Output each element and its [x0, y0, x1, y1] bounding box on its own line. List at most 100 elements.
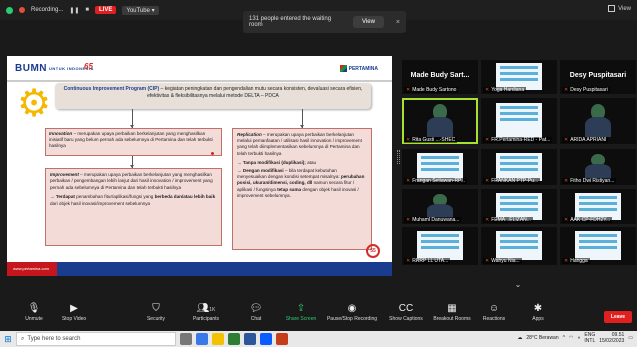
participant-name-label: ✕ Desy Puspitasari: [562, 87, 610, 93]
improvement-box: Improvement – merupakan upaya perbaikan …: [45, 168, 222, 246]
participant-tile[interactable]: ✕ Yoga Hardiana: [481, 60, 557, 94]
pause-stop-recording-button[interactable]: ◉ Pause/Stop Recording: [324, 302, 380, 322]
gear-icon: ⚙: [17, 83, 52, 125]
participant-screen-thumbnail: [496, 192, 542, 220]
recording-icon: ◉: [347, 303, 357, 314]
bumn-logo: BUMN UNTUK INDONESIA: [15, 63, 94, 74]
stop-recording-button[interactable]: ■: [85, 7, 89, 13]
participant-tile[interactable]: ✕ RRRP LL UTA...: [402, 227, 478, 265]
splitter-handle[interactable]: [397, 150, 400, 164]
participants-button[interactable]: 👥︎1K Participants: [178, 302, 234, 322]
pertamina-mark-icon: [339, 65, 347, 72]
toolbar-label: Security: [146, 316, 166, 322]
participant-display-name: Made Budy Sart...: [410, 72, 470, 79]
tray-chevron-icon[interactable]: ^: [563, 335, 565, 341]
windows-start-icon[interactable]: ⊞: [0, 331, 16, 347]
zoom-icon[interactable]: [260, 333, 272, 345]
notification-icon[interactable]: ▭: [628, 335, 633, 341]
muted-mic-icon: ✕: [564, 258, 569, 264]
replication-option-a: → Tanpa modifikasi (duplikasi);: [237, 159, 306, 165]
participant-tile[interactable]: ✕ Rita Gusti ...-SHEC: [402, 98, 478, 144]
improvement-note-bold: berbeda dan/atau lebih baik: [154, 194, 216, 200]
network-icon[interactable]: ◠: [569, 335, 573, 341]
chevron-down-icon[interactable]: ⌄: [512, 280, 524, 290]
slide-footer: www.pertamina.com: [7, 262, 392, 276]
view-menu-button[interactable]: View: [608, 5, 631, 12]
youtube-dropdown[interactable]: YouTube ▾: [122, 5, 159, 15]
cip-definition-box: Continuous Improvement Program (CIP) – k…: [55, 83, 371, 109]
participant-tile[interactable]: Made Budy Sart... ✕ Made Budy Sartono: [402, 60, 478, 94]
participant-screen-thumbnail: [496, 102, 542, 139]
toolbar-label: Share Screen: [285, 316, 317, 322]
participant-name-label: ✕ Frangan Setiawan-RP...: [404, 178, 467, 184]
participant-tile[interactable]: ✕ Hangga: [560, 227, 636, 265]
participant-tile[interactable]: ✕ FR.Pertamina-RED - Pat...: [481, 98, 557, 144]
volume-icon[interactable]: ◖: [577, 335, 580, 341]
improvement-note: penambahan fitur/aplikasi/fungsi yang: [74, 194, 155, 200]
task-view-icon[interactable]: [180, 333, 192, 345]
pertamina-logo: PERTAMINA: [339, 65, 378, 72]
participant-name-label: ✕ Yoga Hardiana: [483, 87, 527, 93]
taskbar-search[interactable]: ⌕ Type here to search: [16, 332, 176, 346]
participant-screen-thumbnail: [496, 230, 542, 261]
improvement-note-prefix: → Terdapat: [50, 194, 75, 200]
laser-pointer: [211, 152, 214, 155]
muted-mic-icon: ✕: [406, 178, 411, 184]
participant-tile[interactable]: ✕ FEMA...ELIZAN...: [481, 189, 557, 224]
powerpoint-icon[interactable]: [276, 333, 288, 345]
chrome-icon[interactable]: [196, 333, 208, 345]
system-tray: ☁ 28°C Berawan ^ ◠ ◖ ENG INTL 09.51 15/02/…: [517, 332, 633, 344]
clock[interactable]: 09.51 15/02/2023: [599, 332, 624, 344]
participant-video: [425, 104, 455, 137]
participant-tile[interactable]: ✕ AAK CP-FDH2Y...: [560, 189, 636, 224]
waiting-room-notification: 131 people entered the waiting room View…: [243, 11, 406, 33]
replication-option-b: → Dengan modifikasi: [237, 168, 284, 174]
participant-video: [583, 104, 613, 137]
stop-video-button[interactable]: ▶ Stop Video: [46, 302, 102, 322]
meeting-toolbar: 🎙︎ Unmute ▶ Stop Video ⛉ Security 👥︎1K Particip…: [0, 299, 637, 331]
cip-title: Continuous Improvement Program (CIP): [63, 86, 160, 92]
participant-screen-thumbnail: [575, 192, 621, 220]
waiting-room-view-button[interactable]: View: [353, 16, 384, 28]
participant-name-label: ✕ FR.Pertamina-RED - Pat...: [483, 137, 553, 143]
muted-mic-icon: ✕: [406, 137, 411, 143]
participant-tile[interactable]: ✕ Fitho Dwi Ristiyan...: [560, 149, 636, 185]
waiting-room-text: 131 people entered the waiting room: [249, 16, 332, 28]
toolbar-label: Apps: [532, 316, 544, 322]
language-indicator[interactable]: ENG INTL: [584, 332, 595, 344]
security-button[interactable]: ⛉ Security: [128, 302, 184, 322]
slide-divider: [7, 80, 392, 82]
leave-button[interactable]: Leave: [604, 311, 632, 323]
toolbar-label: Chat: [250, 316, 262, 322]
participant-screen-thumbnail: [417, 152, 463, 181]
toolbar-label: Stop Video: [61, 316, 87, 322]
zoom-shield-icon: [6, 6, 13, 14]
file-explorer-icon[interactable]: [212, 333, 224, 345]
replication-term: Replication: [237, 132, 262, 137]
muted-mic-icon: ✕: [564, 178, 569, 184]
innovation-text: – merupakan upaya perbaikan berkelanjuta…: [49, 131, 213, 148]
share-screen-button[interactable]: ⇪ Share Screen: [273, 302, 329, 322]
muted-mic-icon: ✕: [485, 87, 490, 93]
participant-tile[interactable]: ✕ Frangan Setiawan-RP...: [402, 149, 478, 185]
participant-tile[interactable]: ✕ Muhaml Danuwana...: [402, 189, 478, 224]
anniversary-65-logo: 65: [84, 62, 93, 71]
innovation-box: Innovation – merupakan upaya perbaikan b…: [45, 128, 222, 156]
close-icon[interactable]: ×: [396, 19, 400, 26]
participant-tile[interactable]: ✕ Wahyu Nia...: [481, 227, 557, 265]
weather-text: 28°C Berawan: [526, 335, 559, 341]
participant-screen-thumbnail: [496, 63, 542, 90]
participant-tile[interactable]: Desy Puspitasari ✕ Desy Puspitasari: [560, 60, 636, 94]
excel-icon[interactable]: [228, 333, 240, 345]
pause-recording-button[interactable]: ❚❚: [69, 7, 79, 14]
participant-tile[interactable]: ✕ FRANKAN PTP-Pu...: [481, 149, 557, 185]
participant-tile[interactable]: ✕ ARIDA APRIANI: [560, 98, 636, 144]
toolbar-label: Participants: [192, 316, 220, 322]
live-badge: LIVE: [95, 6, 117, 14]
word-icon[interactable]: [244, 333, 256, 345]
participant-screen-thumbnail: [575, 230, 621, 261]
participant-screen-thumbnail: [417, 230, 463, 261]
apps-icon: ✱: [533, 303, 543, 314]
view-label: View: [618, 5, 631, 12]
apps-button[interactable]: ✱ Apps: [510, 302, 566, 322]
